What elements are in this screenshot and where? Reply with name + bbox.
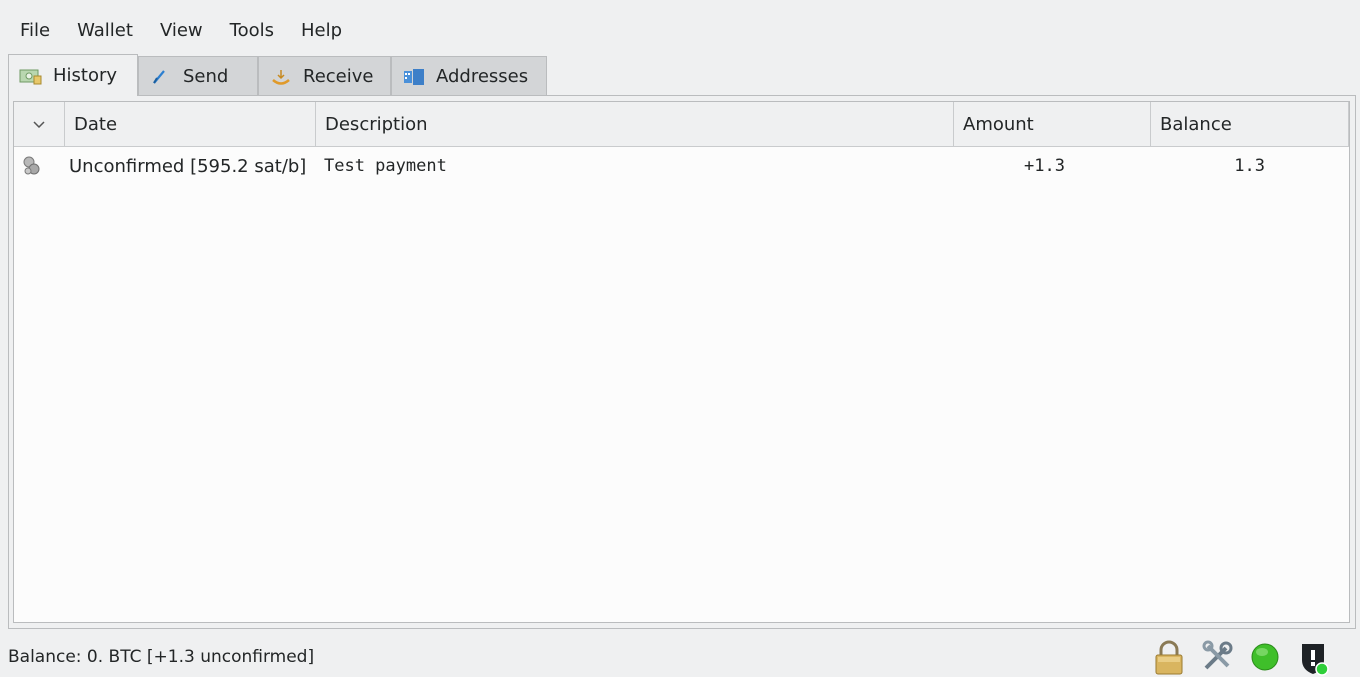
column-header-balance[interactable]: Balance	[1151, 102, 1349, 147]
tab-send-label: Send	[183, 66, 229, 87]
seed-icon[interactable]	[1296, 640, 1330, 676]
row-amount: +1.3	[1024, 156, 1065, 176]
receive-icon	[269, 67, 293, 87]
column-header-description[interactable]: Description	[316, 102, 954, 147]
tab-send[interactable]: Send	[138, 56, 258, 96]
expand-column-header[interactable]	[14, 102, 65, 147]
menu-tools[interactable]: Tools	[218, 10, 289, 52]
table-row[interactable]: Unconfirmed [595.2 sat/b] Test payment +…	[14, 147, 1349, 185]
status-icons	[1152, 640, 1360, 676]
balance-status: Balance: 0. BTC [+1.3 unconfirmed]	[8, 646, 315, 667]
tab-receive[interactable]: Receive	[258, 56, 391, 96]
tab-addresses-label: Addresses	[436, 66, 529, 87]
addresses-icon	[402, 67, 426, 87]
menu-help[interactable]: Help	[289, 10, 357, 52]
tab-bar: History Send Receive Addresses	[8, 54, 547, 96]
menu-file[interactable]: File	[8, 10, 65, 52]
column-header-date[interactable]: Date	[65, 102, 316, 147]
status-bar: Balance: 0. BTC [+1.3 unconfirmed]	[0, 636, 1360, 677]
row-date: Unconfirmed [595.2 sat/b]	[69, 155, 307, 177]
row-description: Test payment	[324, 156, 447, 176]
history-icon	[19, 66, 43, 86]
unconfirmed-icon	[23, 156, 40, 175]
send-icon	[149, 67, 173, 87]
history-table: Date Description Amount Balance Unconfir…	[13, 101, 1350, 623]
history-panel: Date Description Amount Balance Unconfir…	[8, 95, 1356, 629]
menu-view[interactable]: View	[148, 10, 218, 52]
network-status-icon[interactable]	[1248, 640, 1282, 674]
column-header-amount[interactable]: Amount	[954, 102, 1151, 147]
chevron-down-icon	[33, 120, 45, 128]
menu-wallet[interactable]: Wallet	[65, 10, 148, 52]
row-balance: 1.3	[1234, 156, 1265, 176]
tab-receive-label: Receive	[303, 66, 374, 87]
preferences-icon[interactable]	[1200, 640, 1234, 674]
lock-icon[interactable]	[1152, 640, 1186, 674]
tab-addresses[interactable]: Addresses	[391, 56, 547, 96]
menubar: File Wallet View Tools Help	[8, 10, 1352, 52]
tab-history[interactable]: History	[8, 54, 138, 96]
table-header: Date Description Amount Balance	[14, 102, 1349, 147]
tab-history-label: History	[53, 65, 118, 86]
